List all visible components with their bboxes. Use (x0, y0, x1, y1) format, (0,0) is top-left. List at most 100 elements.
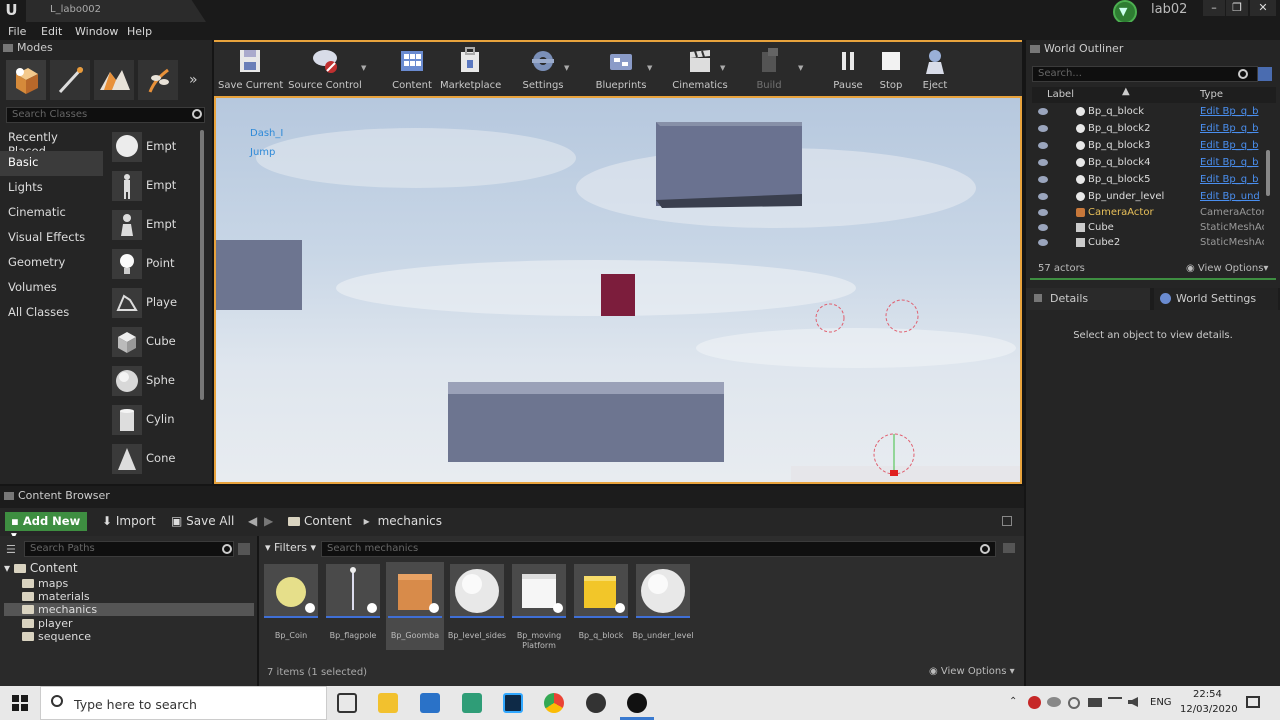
battery-icon[interactable] (1088, 698, 1102, 707)
view-options-button[interactable]: ◉ View Options ▾ (929, 666, 1015, 677)
source-control-status-icon[interactable]: ▼ (1113, 0, 1137, 24)
category-recently-placed[interactable]: Recently Placed (0, 126, 103, 158)
asset-bp-under-level[interactable]: Bp_under_level (632, 562, 694, 650)
foliage-mode-icon[interactable] (138, 60, 178, 100)
visibility-eye-icon[interactable] (1038, 209, 1048, 216)
category-visual-effects[interactable]: Visual Effects (0, 226, 103, 251)
breadcrumb-mechanics[interactable]: mechanics (378, 514, 442, 528)
close-button[interactable]: ✕ (1250, 0, 1276, 16)
file-explorer-icon[interactable] (378, 693, 398, 713)
place-item-empty-actor[interactable]: Empt (110, 128, 198, 166)
notifications-icon[interactable] (1246, 696, 1260, 708)
sources-toggle-icon[interactable]: ☰ (6, 543, 16, 556)
outliner-row[interactable]: Bp_q_block5 Edit Bp_q_b (1032, 172, 1268, 188)
outliner-search-input[interactable]: Search... (1032, 66, 1258, 82)
build-dropdown-icon[interactable]: ▼ (798, 64, 803, 72)
breadcrumb-content[interactable]: Content (304, 514, 352, 528)
visibility-eye-icon[interactable] (1038, 108, 1048, 115)
filters-button[interactable]: ▾ Filters ▾ (265, 541, 316, 554)
tray-app-icon[interactable] (1028, 696, 1041, 709)
actor-type-link[interactable]: Edit Bp_q_b (1200, 140, 1264, 151)
tree-item-mechanics[interactable]: mechanics (4, 603, 254, 616)
level-viewport[interactable]: Dash_I Jump (214, 96, 1022, 484)
more-modes-icon[interactable]: » (189, 72, 198, 88)
tree-item-content[interactable]: ▾ Content (4, 561, 78, 575)
outliner-scrollbar[interactable] (1266, 150, 1270, 196)
actor-type-link[interactable]: Edit Bp_q_b (1200, 174, 1264, 185)
add-new-button[interactable]: ▪ Add New ▾ (5, 512, 87, 542)
tree-item-sequence[interactable]: sequence (22, 630, 91, 643)
world-settings-tab[interactable]: World Settings (1154, 288, 1278, 310)
visibility-eye-icon[interactable] (1038, 193, 1048, 200)
modes-tab[interactable]: Modes (3, 41, 53, 57)
category-all-classes[interactable]: All Classes (0, 301, 103, 326)
menu-file[interactable]: File (8, 25, 26, 38)
clock-time[interactable]: 22:54 (1193, 689, 1222, 700)
eject-button[interactable]: Eject (917, 44, 953, 96)
import-button[interactable]: ⬇ Import (102, 514, 156, 528)
restore-button[interactable]: ❐ (1226, 0, 1248, 16)
asset-bp-level-sides[interactable]: Bp_level_sides (448, 562, 506, 650)
place-item-point-light[interactable]: Point (110, 245, 198, 283)
details-tab[interactable]: Details (1026, 288, 1150, 310)
asset-bp-q-block[interactable]: Bp_q_block (572, 562, 630, 650)
cloud-icon[interactable] (1047, 697, 1061, 707)
stop-button[interactable]: Stop (873, 44, 909, 96)
asset-bp-goomba[interactable]: Bp_Goomba (386, 562, 444, 650)
chrome-icon[interactable] (544, 693, 564, 713)
save-search-icon[interactable] (1003, 543, 1015, 553)
visibility-eye-icon[interactable] (1038, 125, 1048, 132)
cinematics-dropdown-icon[interactable]: ▼ (720, 64, 725, 72)
search-assets-input[interactable]: Search mechanics (321, 541, 996, 557)
actor-type-link[interactable]: Edit Bp_q_b (1200, 157, 1264, 168)
forward-arrow-icon[interactable]: ▶ (264, 514, 273, 528)
content-button[interactable]: Content (390, 44, 434, 96)
world-outliner-tab[interactable]: World Outliner (1030, 42, 1123, 55)
obs-icon[interactable] (586, 693, 606, 713)
chevron-up-icon[interactable]: ⌃ (1009, 696, 1017, 707)
photoshop-icon[interactable] (503, 693, 523, 713)
outliner-row[interactable]: Bp_q_block Edit Bp_q_b (1032, 104, 1268, 120)
place-item-empty-character[interactable]: Empt (110, 167, 198, 205)
source-control-button[interactable]: Source Control (288, 44, 362, 96)
actor-type-link[interactable]: Edit Bp_und (1200, 191, 1264, 202)
settings-button[interactable]: Settings (518, 44, 568, 96)
search-classes-input[interactable]: Search Classes (6, 107, 205, 123)
marketplace-button[interactable]: Marketplace (440, 44, 501, 96)
place-mode-icon[interactable] (6, 60, 46, 100)
category-geometry[interactable]: Geometry (0, 251, 103, 276)
visibility-eye-icon[interactable] (1038, 142, 1048, 149)
unreal-engine-icon[interactable] (627, 693, 647, 713)
back-arrow-icon[interactable]: ◀ (248, 514, 257, 528)
column-type-header[interactable]: Type (1200, 89, 1223, 100)
place-item-player-start[interactable]: Playe (110, 284, 198, 322)
outliner-row[interactable]: CameraActor CameraActor (1032, 205, 1268, 221)
blueprints-button[interactable]: Blueprints (594, 44, 648, 96)
place-item-cylinder[interactable]: Cylin (110, 401, 198, 439)
lock-icon[interactable] (1002, 516, 1012, 526)
task-view-icon[interactable] (337, 693, 357, 713)
menu-help[interactable]: Help (127, 25, 152, 38)
build-button[interactable]: Build (748, 44, 790, 96)
category-volumes[interactable]: Volumes (0, 276, 103, 301)
category-cinematic[interactable]: Cinematic (0, 201, 103, 226)
network-icon[interactable] (1108, 697, 1122, 707)
visibility-eye-icon[interactable] (1038, 176, 1048, 183)
tray-status-icon[interactable] (1068, 697, 1080, 709)
blueprints-dropdown-icon[interactable]: ▼ (647, 64, 652, 72)
place-item-sphere[interactable]: Sphe (110, 362, 198, 400)
place-item-cone[interactable]: Cone (110, 440, 198, 478)
asset-bp-coin[interactable]: Bp_Coin (262, 562, 320, 650)
asset-bp-moving-platform[interactable]: Bp_moving Platform (510, 562, 568, 650)
volume-icon[interactable] (1128, 697, 1138, 707)
path-view-options-icon[interactable] (238, 543, 250, 555)
menu-edit[interactable]: Edit (41, 25, 62, 38)
settings-dropdown-icon[interactable]: ▼ (564, 64, 569, 72)
actor-type-link[interactable]: Edit Bp_q_b (1200, 106, 1264, 117)
menu-window[interactable]: Window (75, 25, 118, 38)
minimize-button[interactable]: – (1203, 0, 1225, 16)
tree-item-materials[interactable]: materials (22, 590, 90, 603)
windows-start-icon[interactable] (12, 695, 28, 711)
place-item-empty-pawn[interactable]: Empt (110, 206, 198, 244)
outliner-view-options-button[interactable]: ◉ View Options▾ (1186, 263, 1268, 274)
